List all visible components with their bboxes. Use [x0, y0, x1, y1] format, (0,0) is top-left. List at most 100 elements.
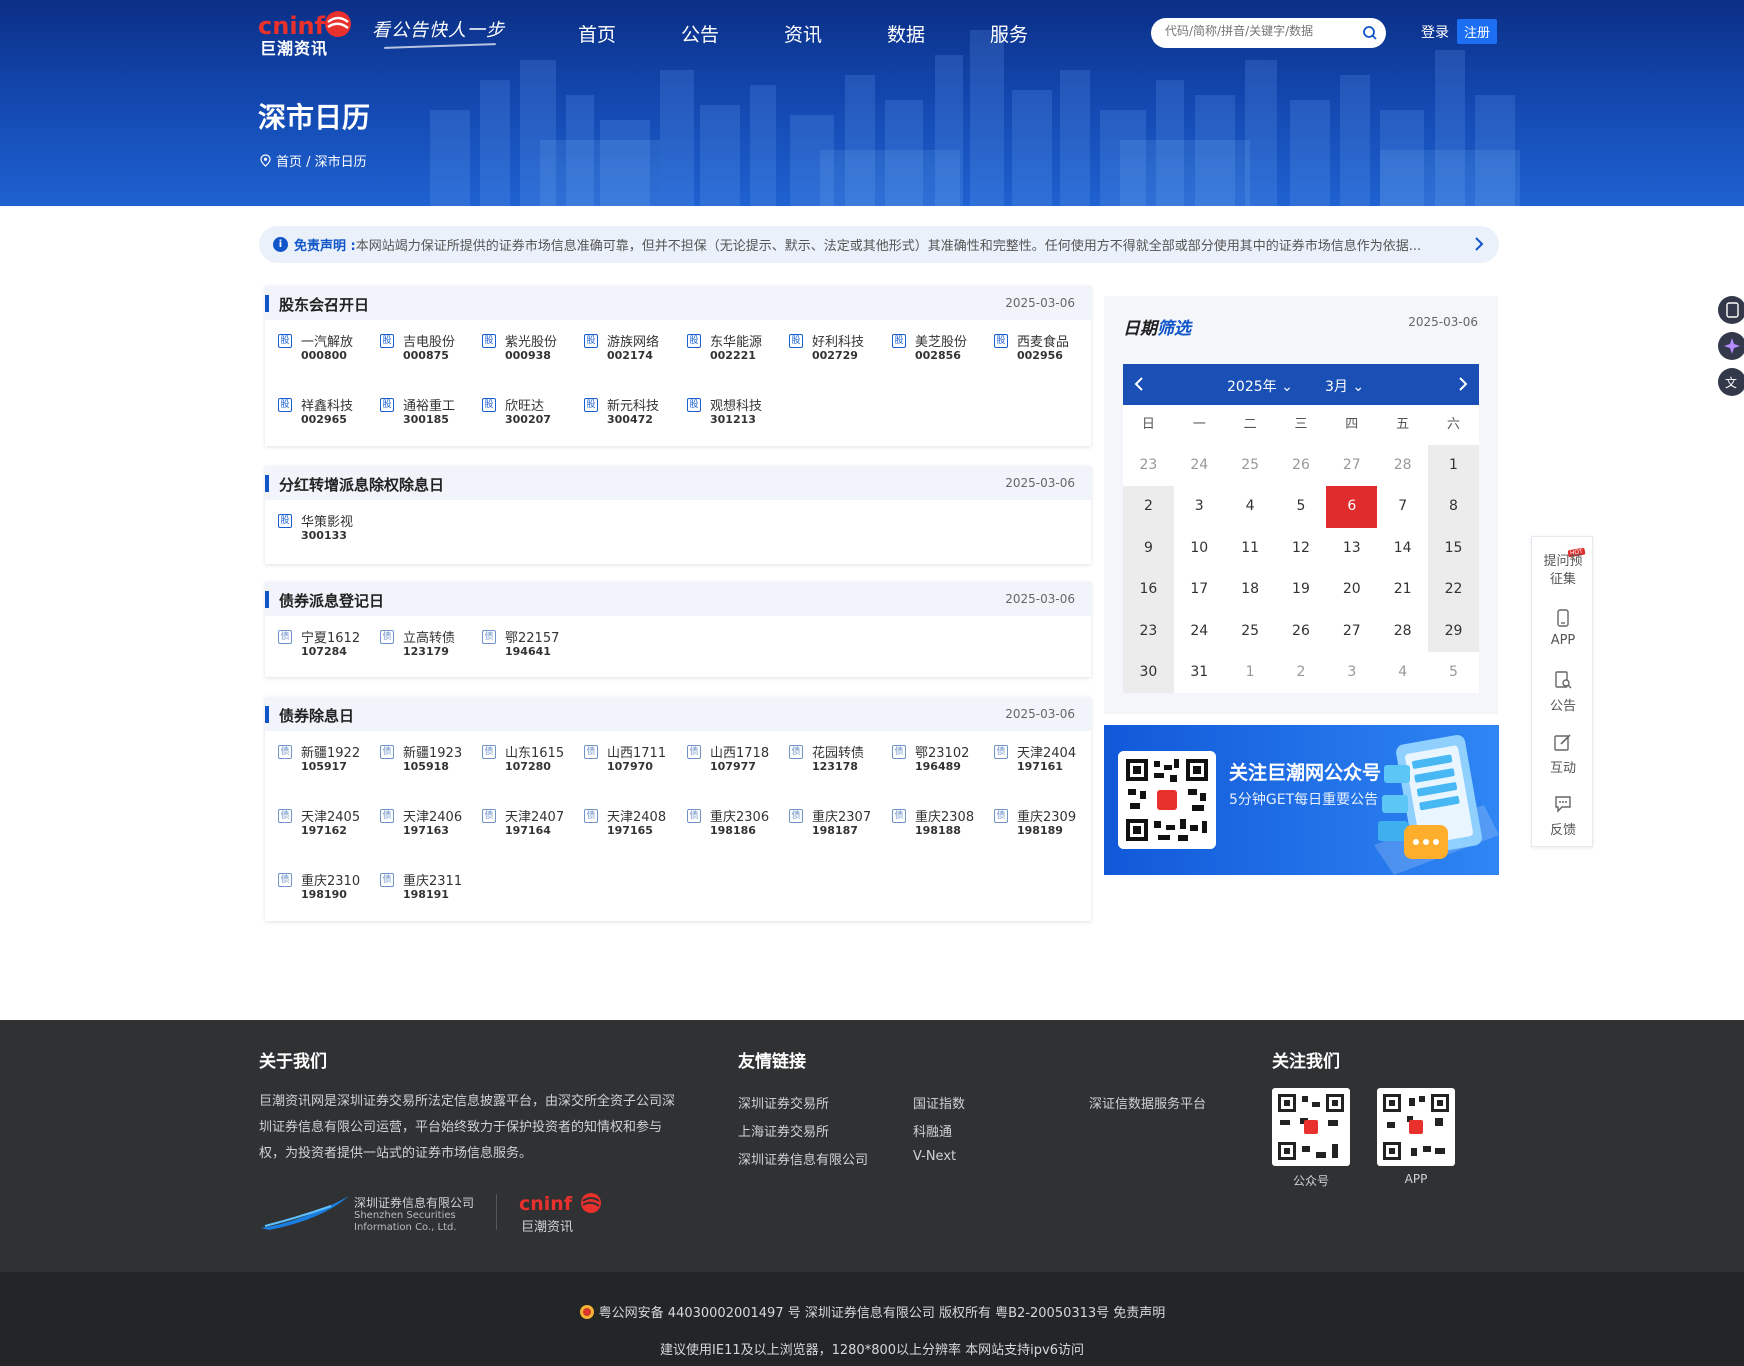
security-item[interactable]: 股吉电股份 000875 — [367, 331, 467, 367]
wechat-follow-banner[interactable]: 关注巨潮网公众号 5分钟GET每日重要公告 — [1104, 725, 1499, 875]
calendar-day[interactable]: 1 — [1225, 652, 1276, 693]
calendar-day[interactable]: 23 — [1123, 610, 1174, 652]
calendar-day[interactable]: 25 — [1225, 611, 1276, 652]
security-item[interactable]: 债鄂22157 194641 — [469, 627, 569, 663]
calendar-day[interactable]: 22 — [1428, 569, 1479, 611]
calendar-day[interactable]: 16 — [1123, 569, 1174, 611]
sidetool-question-collection[interactable]: HOT 提问预征集 — [1532, 537, 1594, 599]
calendar-day[interactable]: 26 — [1276, 445, 1327, 486]
nav-home[interactable]: 首页 — [578, 20, 616, 47]
security-item[interactable]: 股紫光股份 000938 — [469, 331, 569, 367]
security-item[interactable]: 债天津2406 197163 — [367, 806, 467, 842]
calendar-day[interactable]: 30 — [1123, 652, 1174, 694]
calendar-day[interactable]: 2 — [1276, 652, 1327, 693]
calendar-day[interactable]: 31 — [1174, 652, 1225, 693]
security-item[interactable]: 债天津2408 197165 — [571, 806, 671, 842]
link-sse[interactable]: 上海证券交易所 — [738, 1121, 829, 1140]
security-item[interactable]: 债山西1718 107977 — [674, 742, 774, 778]
security-item[interactable]: 股华策影视 300133 — [265, 511, 365, 547]
year-select[interactable]: 2025年 ⌄ — [1227, 376, 1293, 396]
calendar-day[interactable]: 12 — [1276, 528, 1327, 569]
security-item[interactable]: 股欣旺达 300207 — [469, 395, 569, 431]
calendar-day[interactable]: 2 — [1123, 486, 1174, 528]
sidetool-announcements[interactable]: 公告 — [1532, 661, 1594, 723]
link-cnindex[interactable]: 国证指数 — [913, 1093, 965, 1112]
link-szse[interactable]: 深圳证券交易所 — [738, 1093, 829, 1112]
calendar-day[interactable]: 8 — [1428, 486, 1479, 528]
calendar-day[interactable]: 24 — [1174, 611, 1225, 652]
security-item[interactable]: 股新元科技 300472 — [571, 395, 671, 431]
calendar-day[interactable]: 28 — [1377, 611, 1428, 652]
sidetool-app[interactable]: APP — [1532, 599, 1594, 661]
nav-news[interactable]: 资讯 — [784, 20, 822, 47]
nav-services[interactable]: 服务 — [990, 20, 1028, 47]
chevron-left-icon[interactable] — [1131, 376, 1147, 392]
calendar-day[interactable]: 17 — [1174, 569, 1225, 610]
calendar-day[interactable]: 18 — [1225, 569, 1276, 610]
calendar-day[interactable]: 5 — [1276, 486, 1327, 527]
calendar-day[interactable]: 23 — [1123, 445, 1174, 486]
security-item[interactable]: 股美芝股份 002856 — [879, 331, 979, 367]
link-data-platform[interactable]: 深证信数据服务平台 — [1089, 1093, 1206, 1112]
security-item[interactable]: 债新疆1923 105918 — [367, 742, 467, 778]
link-vnext[interactable]: V-Next — [913, 1149, 956, 1164]
security-item[interactable]: 债新疆1922 105917 — [265, 742, 365, 778]
security-item[interactable]: 债天津2405 197162 — [265, 806, 365, 842]
calendar-day[interactable]: 3 — [1174, 486, 1225, 527]
calendar-day[interactable]: 26 — [1276, 611, 1327, 652]
side-edge-ai-button[interactable] — [1718, 332, 1744, 360]
calendar-day[interactable]: 27 — [1326, 445, 1377, 486]
calendar-day[interactable]: 13 — [1326, 528, 1377, 569]
search-icon[interactable] — [1362, 25, 1378, 41]
security-item[interactable]: 股游族网络 002174 — [571, 331, 671, 367]
security-item[interactable]: 股祥鑫科技 002965 — [265, 395, 365, 431]
calendar-day[interactable]: 15 — [1428, 527, 1479, 570]
register-button[interactable]: 注册 — [1457, 19, 1498, 44]
security-item[interactable]: 股通裕重工 300185 — [367, 395, 467, 431]
chevron-right-icon[interactable] — [1471, 236, 1487, 252]
security-item[interactable]: 股一汽解放 000800 — [265, 331, 365, 367]
security-item[interactable]: 债重庆2306 198186 — [674, 806, 774, 842]
security-item[interactable]: 股观想科技 301213 — [674, 395, 774, 431]
security-item[interactable]: 债天津2404 197161 — [981, 742, 1081, 778]
search-input[interactable] — [1165, 24, 1355, 38]
sidetool-feedback[interactable]: 反馈 — [1532, 785, 1594, 847]
link-krt[interactable]: 科融通 — [913, 1121, 952, 1140]
breadcrumb-text[interactable]: 首页 / 深市日历 — [276, 151, 367, 170]
calendar-day[interactable]: 3 — [1326, 652, 1377, 693]
calendar-day[interactable]: 27 — [1326, 611, 1377, 652]
security-item[interactable]: 债花园转债 123178 — [776, 742, 876, 778]
link-szsi[interactable]: 深圳证券信息有限公司 — [738, 1149, 868, 1168]
security-item[interactable]: 债重庆2308 198188 — [879, 806, 979, 842]
security-item[interactable]: 债重庆2311 198191 — [367, 870, 467, 906]
side-edge-translate-button[interactable]: 文 — [1718, 368, 1744, 396]
disclaimer-bar[interactable]: i 免责声明 : 本网站竭力保证所提供的证券市场信息准确可靠，但并不担保（无论提… — [259, 226, 1499, 263]
calendar-day[interactable]: 4 — [1377, 652, 1428, 693]
calendar-day[interactable]: 11 — [1225, 528, 1276, 569]
security-item[interactable]: 债宁夏1612 107284 — [265, 627, 365, 663]
calendar-day[interactable]: 4 — [1225, 486, 1276, 527]
calendar-day[interactable]: 21 — [1377, 569, 1428, 610]
security-item[interactable]: 债鄂23102 196489 — [879, 742, 979, 778]
calendar-day[interactable]: 19 — [1276, 569, 1327, 610]
security-item[interactable]: 债重庆2310 198190 — [265, 870, 365, 906]
security-item[interactable]: 债山东1615 107280 — [469, 742, 569, 778]
sidetool-interaction[interactable]: 互动 — [1532, 723, 1594, 785]
chevron-right-icon[interactable] — [1455, 376, 1471, 392]
security-item[interactable]: 债重庆2309 198189 — [981, 806, 1081, 842]
calendar-day[interactable]: 7 — [1377, 486, 1428, 527]
calendar-day[interactable]: 9 — [1123, 527, 1174, 570]
calendar-day[interactable]: 14 — [1377, 528, 1428, 569]
calendar-day[interactable]: 10 — [1174, 528, 1225, 569]
copyright-text[interactable]: 粤公网安备 44030002001497 号 深圳证券信息有限公司 版权所有 粤… — [599, 1306, 1166, 1321]
calendar-day[interactable]: 28 — [1377, 445, 1428, 486]
calendar-day[interactable]: 20 — [1326, 569, 1377, 610]
security-item[interactable]: 股西麦食品 002956 — [981, 331, 1081, 367]
security-item[interactable]: 股东华能源 002221 — [674, 331, 774, 367]
login-link[interactable]: 登录 — [1421, 22, 1449, 42]
security-item[interactable]: 债山西1711 107970 — [571, 742, 671, 778]
month-select[interactable]: 3月 ⌄ — [1325, 376, 1364, 396]
security-item[interactable]: 股好利科技 002729 — [776, 331, 876, 367]
calendar-day[interactable]: 6 — [1326, 486, 1378, 528]
calendar-day[interactable]: 25 — [1225, 445, 1276, 486]
